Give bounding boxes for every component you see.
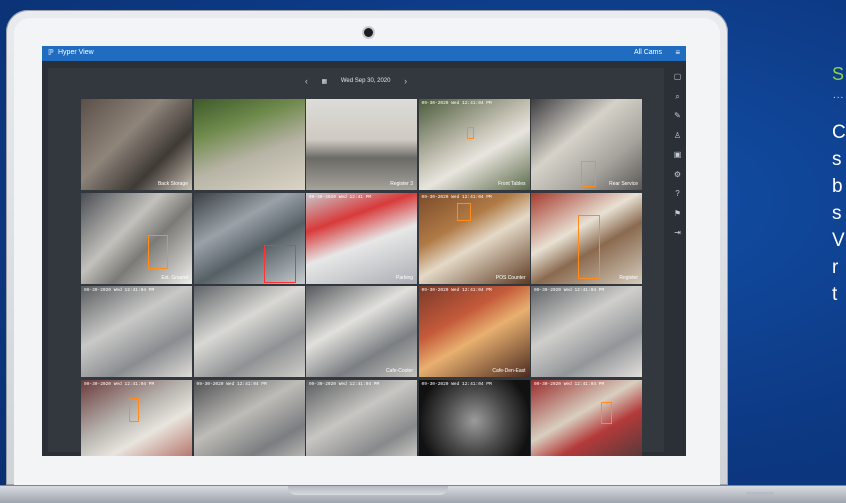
camera-tile[interactable]: 09-30-2020 Wed 12:41:04 PM Front Tables — [418, 99, 530, 190]
next-day-icon[interactable]: › — [404, 76, 407, 86]
camera-timestamp: 09-30-2020 Wed 12:41:04 PM — [84, 288, 155, 293]
camera-grid: Back Storage Register 3 09-30-2020 Wed 12:… — [81, 99, 643, 456]
camera-tile[interactable]: Register 3 — [306, 99, 417, 190]
camera-timestamp: 09-30-2020 Wed 12:41:04 PM — [421, 288, 492, 293]
right-toolbar: ▢ ⌕ ✎ ♙ ▣ ⚙? ⚑ ⇥ — [670, 68, 686, 268]
prev-day-icon[interactable]: ‹ — [305, 76, 308, 86]
detection-box — [578, 214, 600, 279]
camera-timestamp: 09-30-2020 Wed 12:41:04 PM — [196, 381, 267, 387]
help-icon[interactable]: ? — [673, 189, 682, 198]
settings-icon[interactable]: ⚙ — [673, 170, 682, 179]
camera-timestamp: 09-30-2020 Wed 12:41 PM — [309, 194, 372, 200]
camera-tile[interactable]: 09-30-2020 Wed 12:41:04 PM — [531, 286, 642, 377]
camera-tile[interactable]: 09-30-2020 Wed 12:41:04 PM — [306, 379, 417, 456]
detection-box — [129, 397, 139, 422]
laptop-foot — [746, 492, 774, 496]
side-text-line: r — [832, 257, 839, 278]
calendar-icon[interactable]: ▦ — [322, 78, 328, 85]
laptop-notch — [288, 486, 448, 495]
camera-tile[interactable]: 09-30-2020 Wed 12:41:04 PM POS Counter — [418, 192, 530, 284]
camera-tile[interactable]: 09-30-2020 Wed 12:41:04 PM — [81, 286, 192, 377]
camera-label: Register 3 — [390, 181, 413, 187]
side-text-line: s — [832, 149, 842, 170]
camera-tile[interactable]: 09-30-2020 Wed 12:41 PM Parking — [306, 192, 417, 284]
flag-icon[interactable]: ⚑ — [673, 209, 682, 218]
camera-tile[interactable]: 09-30-2020 Wed 12:41:04 PM — [531, 379, 642, 456]
detection-box — [456, 202, 471, 221]
camera-tile[interactable]: 09-30-2020 Wed 12:41:04 PM — [193, 379, 305, 456]
camera-label: Register — [619, 274, 638, 281]
search-icon[interactable]: ⌕ — [673, 92, 682, 101]
detection-box — [601, 401, 612, 424]
view-selector[interactable]: All Cams — [634, 49, 662, 56]
title-bar: ℙ Hyper View All Cams ≡ — [42, 46, 686, 61]
side-text-line: V — [832, 230, 845, 251]
camera-tile[interactable]: Cafe-Cooler — [306, 286, 417, 377]
camera-tile[interactable] — [193, 192, 305, 284]
menu-icon[interactable]: ≡ — [675, 48, 680, 57]
app-title: Hyper View — [58, 49, 94, 56]
camera-label: Back Storage — [157, 181, 188, 187]
user-icon[interactable]: ♙ — [673, 131, 682, 140]
app-window: ℙ Hyper View All Cams ≡ ‹ ▦ Wed Sep 30, … — [42, 46, 686, 456]
detection-box — [263, 244, 296, 283]
side-text-line: t — [832, 284, 838, 305]
camera-tile[interactable] — [193, 286, 305, 377]
date-navigator: ‹ ▦ Wed Sep 30, 2020 › — [48, 76, 664, 88]
camera-timestamp: 09-30-2020 Wed 12:41:04 PM — [421, 101, 492, 106]
camera-label: Parking — [396, 274, 413, 281]
logout-icon[interactable]: ⇥ — [673, 228, 682, 237]
side-text-line: C — [832, 122, 846, 143]
camera-label: Cafe-Den-East — [492, 368, 526, 374]
side-heading: S — [832, 64, 845, 84]
camera-label: Front Tables — [498, 181, 526, 187]
camera-tile[interactable]: Rear Service — [531, 99, 642, 190]
camera-tile[interactable]: 09-30-2020 Wed 12:41:04 PM — [81, 379, 192, 456]
side-text-line: s — [832, 203, 842, 224]
detection-box — [581, 161, 596, 187]
camera-timestamp: 09-30-2020 Wed 12:41:04 PM — [309, 381, 380, 387]
camera-tile[interactable] — [193, 99, 305, 190]
side-divider: ... — [833, 90, 845, 101]
camera-wall: ‹ ▦ Wed Sep 30, 2020 › Back Storage Regis… — [48, 68, 664, 456]
monitor-icon[interactable]: ▢ — [673, 72, 682, 81]
app-logo-icon: ℙ — [48, 48, 54, 57]
detection-box — [148, 234, 168, 269]
camera-timestamp: 09-30-2020 Wed 12:41:04 PM — [534, 288, 605, 293]
camera-timestamp: 09-30-2020 Wed 12:41:04 PM — [534, 381, 605, 387]
camera-icon[interactable]: ▣ — [673, 150, 682, 159]
current-date: Wed Sep 30, 2020 — [340, 78, 391, 84]
camera-timestamp: 09-30-2020 Wed 12:41:04 PM — [421, 194, 492, 200]
detection-box — [466, 127, 474, 139]
pen-icon[interactable]: ✎ — [673, 111, 682, 120]
side-text-line: b — [832, 176, 843, 197]
camera-timestamp: 09-30-2020 Wed 12:41:04 PM — [421, 381, 492, 387]
camera-label: Cafe-Cooler — [386, 368, 413, 374]
camera-timestamp: 09-30-2020 Wed 12:41:04 PM — [84, 381, 155, 387]
camera-tile[interactable]: 09-30-2020 Wed 12:41:04 PM Cafe-Den-East — [418, 286, 530, 377]
camera-tile[interactable]: Ext. Ground — [81, 192, 192, 284]
camera-label: Rear Service — [609, 181, 638, 187]
camera-tile[interactable]: Back Storage — [81, 99, 192, 190]
camera-tile[interactable]: Register — [531, 192, 642, 284]
camera-tile[interactable]: 09-30-2020 Wed 12:41:04 PM — [418, 379, 530, 456]
webcam-icon — [364, 28, 373, 37]
camera-label: Ext. Ground — [161, 274, 188, 281]
camera-label: POS Counter — [495, 274, 526, 281]
